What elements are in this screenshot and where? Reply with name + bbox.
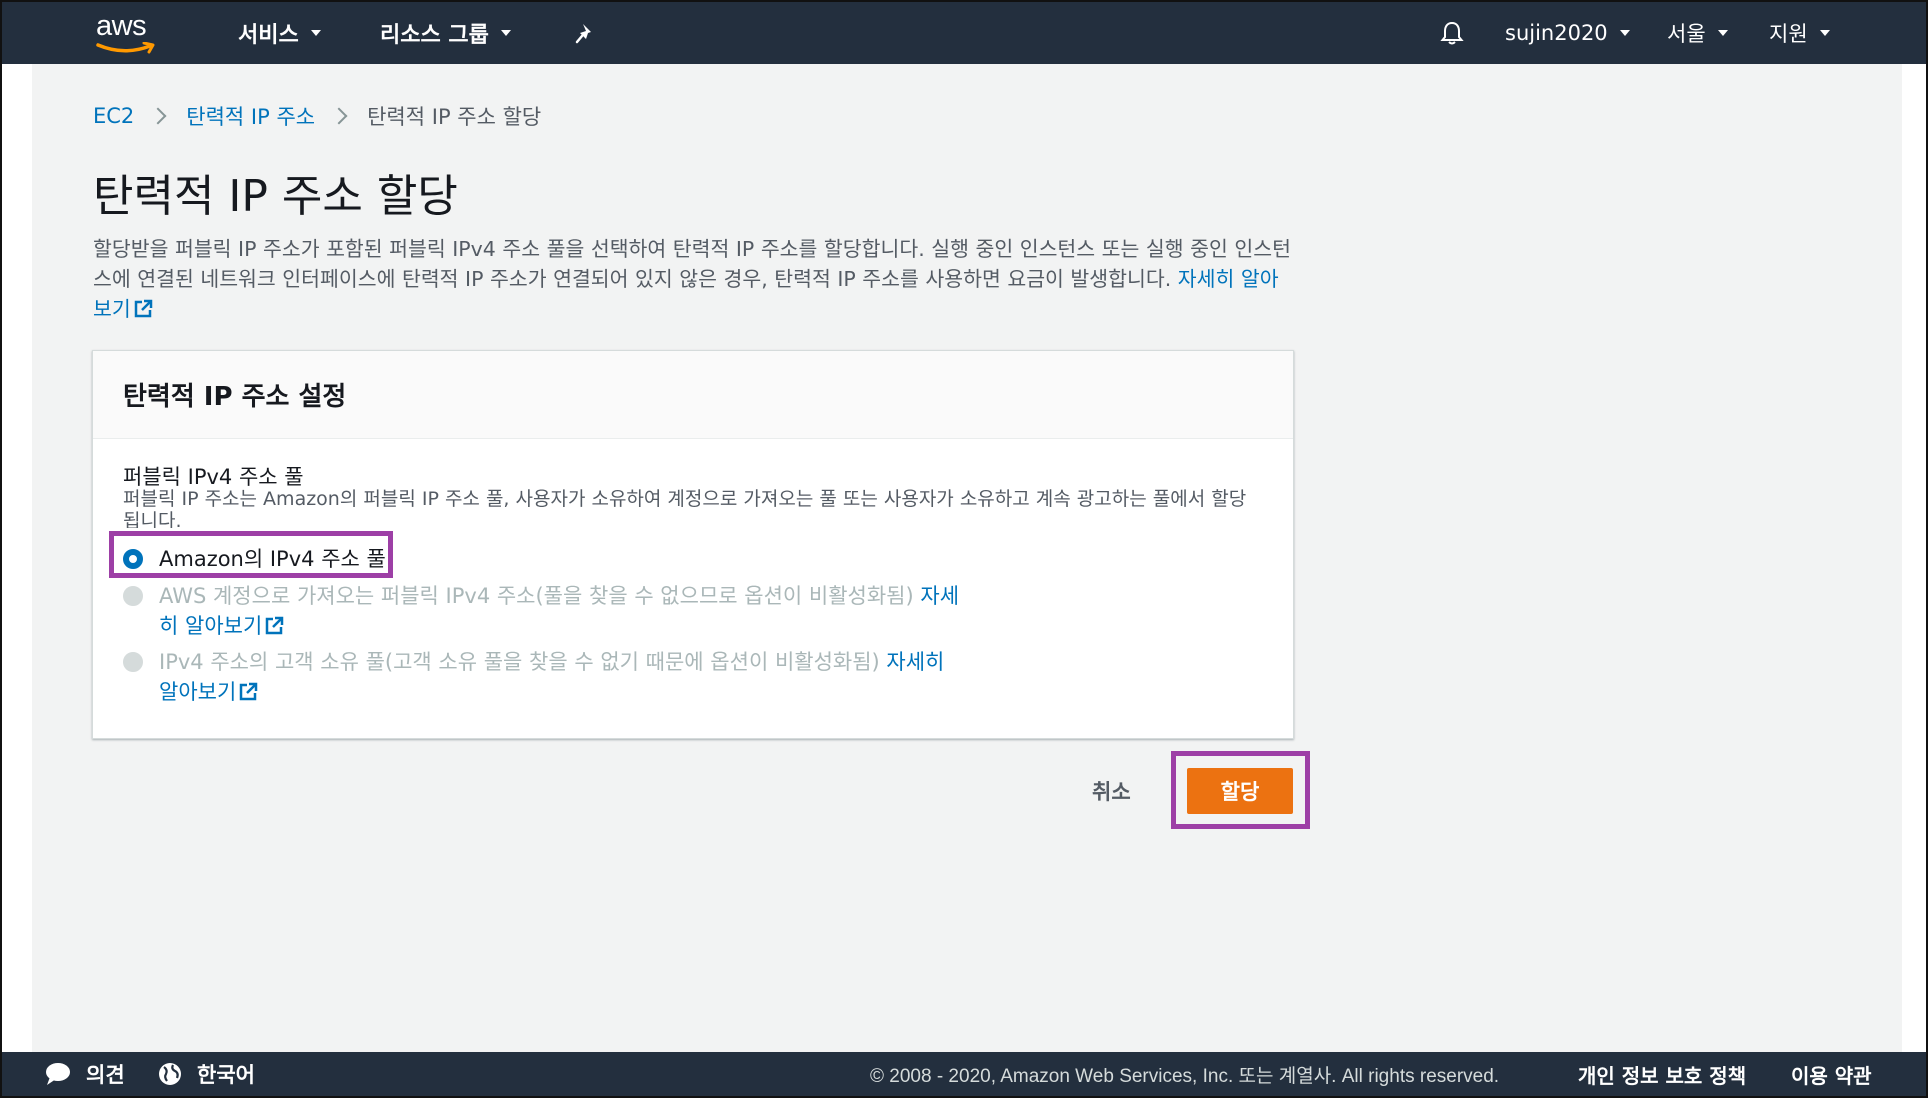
page-description: 할당받을 퍼블릭 IP 주소가 포함된 퍼블릭 IPv4 주소 풀을 선택하여 …	[93, 234, 1293, 324]
allocate-button[interactable]: 할당	[1187, 768, 1293, 814]
footer: 의견 한국어 © 2008 - 2020, Amazon Web Service…	[2, 1052, 1926, 1096]
globe-icon	[159, 1063, 181, 1085]
radio-label: IPv4 주소의 고객 소유 풀(고객 소유 풀을 찾을 수 없기 때문에 옵션…	[159, 647, 969, 707]
account-label: sujin2020	[1505, 21, 1608, 45]
radio-button-disabled[interactable]	[123, 586, 143, 606]
field-description: 퍼블릭 IP 주소는 Amazon의 퍼블릭 IP 주소 풀, 사용자가 소유하…	[123, 488, 1247, 528]
panel-title: 탄력적 IP 주소 설정	[123, 382, 347, 412]
radio-label-text: AWS 계정으로 가져오는 퍼블릭 IPv4 주소(풀을 찾을 수 없으므로 옵…	[159, 584, 914, 608]
breadcrumb-elastic-ips[interactable]: 탄력적 IP 주소	[186, 101, 315, 131]
breadcrumb-current: 탄력적 IP 주소 할당	[367, 105, 542, 129]
radio-byoip-pool[interactable]: AWS 계정으로 가져오는 퍼블릭 IPv4 주소(풀을 찾을 수 없으므로 옵…	[123, 581, 969, 641]
radio-button-disabled[interactable]	[123, 652, 143, 672]
radio-amazon-pool[interactable]: Amazon의 IPv4 주소 풀	[123, 544, 386, 574]
language-selector[interactable]: 한국어	[157, 1052, 255, 1096]
feedback-button[interactable]: 의견	[44, 1052, 125, 1096]
field-label: 퍼블릭 IPv4 주소 풀	[123, 465, 304, 489]
services-menu[interactable]: 서비스	[238, 2, 321, 64]
chevron-down-icon	[1619, 30, 1630, 36]
chevron-down-icon	[1819, 30, 1830, 36]
services-label: 서비스	[238, 23, 299, 48]
radio-customer-owned-pool[interactable]: IPv4 주소의 고객 소유 풀(고객 소유 풀을 찾을 수 없기 때문에 옵션…	[123, 647, 969, 707]
breadcrumb-ec2[interactable]: EC2	[93, 104, 134, 128]
resource-groups-menu[interactable]: 리소스 그룹	[380, 2, 511, 64]
external-link-icon	[134, 299, 152, 318]
elastic-ip-settings-panel: 탄력적 IP 주소 설정 퍼블릭 IPv4 주소 풀 퍼블릭 IP 주소는 Am…	[92, 350, 1294, 739]
language-label: 한국어	[197, 1063, 255, 1087]
resource-groups-label: 리소스 그룹	[380, 23, 489, 48]
radio-label: AWS 계정으로 가져오는 퍼블릭 IPv4 주소(풀을 찾을 수 없으므로 옵…	[159, 581, 969, 641]
aws-smile-icon	[96, 42, 155, 54]
region-menu[interactable]: 서울	[1667, 2, 1728, 64]
privacy-policy-link[interactable]: 개인 정보 보호 정책	[1578, 1052, 1746, 1096]
external-link-icon	[240, 682, 258, 701]
chevron-down-icon	[500, 30, 511, 36]
pin-icon	[575, 24, 591, 44]
copyright-text: © 2008 - 2020, Amazon Web Services, Inc.…	[870, 1065, 1500, 1087]
panel-header: 탄력적 IP 주소 설정	[93, 351, 1293, 439]
terms-link[interactable]: 이용 약관	[1791, 1052, 1872, 1096]
bell-icon	[1440, 21, 1464, 45]
page-title: 탄력적 IP 주소 할당	[93, 171, 458, 222]
aws-logo-text: aws	[96, 10, 147, 42]
radio-label: Amazon의 IPv4 주소 풀	[159, 547, 386, 571]
chevron-down-icon	[1717, 30, 1728, 36]
aws-logo[interactable]: aws	[94, 10, 160, 56]
chevron-down-icon	[310, 30, 321, 36]
notifications-button[interactable]	[1440, 2, 1464, 64]
pin-button[interactable]	[575, 2, 597, 64]
region-label: 서울	[1667, 22, 1706, 46]
top-navigation: aws 서비스 리소스 그룹 sujin2020 서울 지원	[2, 2, 1926, 64]
browser-frame: aws 서비스 리소스 그룹 sujin2020 서울 지원 EC2 탄력적 I…	[0, 0, 1928, 1098]
speech-bubble-icon	[46, 1063, 70, 1085]
external-link-icon	[266, 616, 284, 635]
radio-label-text: IPv4 주소의 고객 소유 풀(고객 소유 풀을 찾을 수 없기 때문에 옵션…	[159, 650, 880, 674]
chevron-right-icon	[149, 107, 167, 125]
description-text: 할당받을 퍼블릭 IP 주소가 포함된 퍼블릭 IPv4 주소 풀을 선택하여 …	[93, 237, 1291, 291]
cancel-button[interactable]: 취소	[1092, 774, 1131, 808]
feedback-label: 의견	[86, 1063, 125, 1087]
support-label: 지원	[1769, 22, 1808, 46]
account-menu[interactable]: sujin2020	[1505, 2, 1630, 64]
support-menu[interactable]: 지원	[1769, 2, 1830, 64]
chevron-right-icon	[330, 107, 348, 125]
breadcrumb: EC2 탄력적 IP 주소 탄력적 IP 주소 할당	[93, 100, 541, 132]
radio-button-checked[interactable]	[123, 549, 143, 569]
